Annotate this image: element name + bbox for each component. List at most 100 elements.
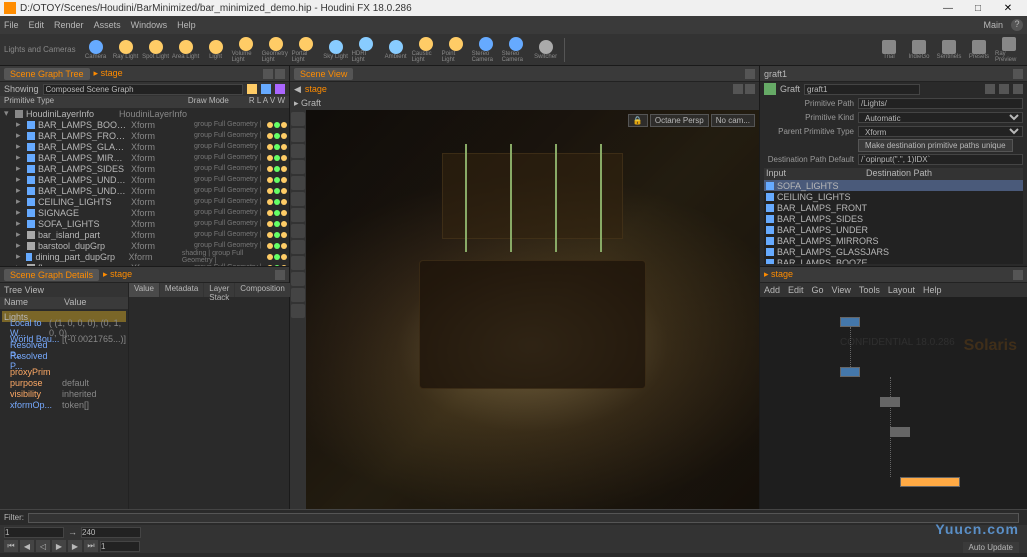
- vp-opt-icon[interactable]: [733, 84, 743, 94]
- shelf-tool[interactable]: Ray Light: [112, 36, 140, 64]
- shelf-tool[interactable]: Camera: [82, 36, 110, 64]
- params-crumb[interactable]: graft1: [764, 69, 787, 79]
- scene-view-tab[interactable]: Scene View: [294, 68, 353, 80]
- tree-item[interactable]: ▸bar_island_partXform group Full Geometr…: [0, 229, 289, 240]
- tree-item[interactable]: ▸SOFA_LIGHTSXform group Full Geometry |: [0, 218, 289, 229]
- property-row[interactable]: visibilityinherited: [2, 388, 126, 399]
- help-icon[interactable]: ?: [1011, 19, 1023, 31]
- network-canvas[interactable]: Solaris CONFIDENTIAL 18.0.286: [760, 297, 1027, 539]
- select-tool[interactable]: [291, 112, 305, 126]
- param-opt-2[interactable]: [999, 84, 1009, 94]
- shelf-tool[interactable]: Sky Light: [322, 36, 350, 64]
- vp-tool-8[interactable]: [291, 224, 305, 238]
- timeline-track[interactable]: [28, 513, 1019, 523]
- pane-max-icon[interactable]: [275, 69, 285, 79]
- move-tool[interactable]: [291, 128, 305, 142]
- scene-graph-tree[interactable]: ▾HoudiniLayerInfoHoudiniLayerInfo▸BAR_LA…: [0, 108, 289, 266]
- draw-mode-header[interactable]: Draw Mode: [188, 96, 229, 108]
- dest-path-input[interactable]: [858, 154, 1023, 165]
- prim-type-header[interactable]: Primitive Type: [4, 96, 104, 108]
- shelf-tool[interactable]: HDRI Light: [352, 36, 380, 64]
- 3d-viewport[interactable]: 🔒 Octane Persp No cam...: [306, 110, 759, 539]
- shelf-tool[interactable]: Geometry Light: [262, 36, 290, 64]
- vp-tool-10[interactable]: [291, 256, 305, 270]
- camera-dropdown[interactable]: Octane Persp: [650, 114, 709, 127]
- tree-item[interactable]: ▸BAR_LAMPS_GLASSJARSXform group Full Geo…: [0, 141, 289, 152]
- tab-layerstack[interactable]: Layer Stack: [204, 283, 234, 297]
- menu-edit[interactable]: Edit: [29, 20, 45, 30]
- shelf-tool-right[interactable]: Sentinels: [935, 36, 963, 64]
- shelf-tool[interactable]: Caustic Light: [412, 36, 440, 64]
- graft-table[interactable]: InputDestination Path SOFA_LIGHTSCEILING…: [764, 168, 1023, 264]
- lock-icon[interactable]: 🔒: [628, 114, 648, 127]
- tree-item[interactable]: ▸BAR_LAMPS_UNDER_SIDESXform group Full G…: [0, 185, 289, 196]
- param-opt-3[interactable]: [1013, 84, 1023, 94]
- tree-item[interactable]: ▸BAR_LAMPS_SIDESXform group Full Geometr…: [0, 163, 289, 174]
- network-node[interactable]: [840, 367, 860, 377]
- graft-row[interactable]: BAR_LAMPS_FRONT: [764, 202, 1023, 213]
- network-node[interactable]: [840, 317, 860, 327]
- maximize-button[interactable]: □: [963, 3, 993, 14]
- shelf-tool[interactable]: Volume Light: [232, 36, 260, 64]
- shelf-tool[interactable]: Portal Light: [292, 36, 320, 64]
- tree-root[interactable]: ▾HoudiniLayerInfoHoudiniLayerInfo: [0, 108, 289, 119]
- last-frame-button[interactable]: ⏭: [84, 540, 98, 552]
- net-menu-add[interactable]: Add: [764, 285, 780, 295]
- sgd-tab[interactable]: Scene Graph Details: [4, 269, 99, 281]
- net-menu-view[interactable]: View: [832, 285, 851, 295]
- close-button[interactable]: ✕: [993, 3, 1023, 14]
- filter-icon-3[interactable]: [275, 84, 285, 94]
- graft-row[interactable]: SOFA_LIGHTS: [764, 180, 1023, 191]
- property-row[interactable]: purposedefault: [2, 377, 126, 388]
- net-menu-help[interactable]: Help: [923, 285, 942, 295]
- net-menu-layout[interactable]: Layout: [888, 285, 915, 295]
- parent-prim-select[interactable]: Xform: [858, 126, 1023, 137]
- shelf-tool[interactable]: Light: [202, 36, 230, 64]
- next-frame-button[interactable]: ▶: [68, 540, 82, 552]
- network-stage-crumb[interactable]: ▸ stage: [764, 269, 793, 280]
- rotate-tool[interactable]: [291, 144, 305, 158]
- net-menu-edit[interactable]: Edit: [788, 285, 804, 295]
- current-frame-input[interactable]: [100, 541, 140, 552]
- graft-row[interactable]: BAR_LAMPS_MIRRORS: [764, 235, 1023, 246]
- prev-frame-button[interactable]: ◀: [20, 540, 34, 552]
- menu-file[interactable]: File: [4, 20, 19, 30]
- prim-path-input[interactable]: [858, 98, 1023, 109]
- graft-row[interactable]: CEILING_LIGHTS: [764, 191, 1023, 202]
- sgd-stage-crumb[interactable]: ▸ stage: [103, 269, 132, 280]
- vp-tool-5[interactable]: [291, 176, 305, 190]
- graft-crumb[interactable]: ▸ Graft: [294, 98, 321, 109]
- vp-tool-12[interactable]: [291, 288, 305, 302]
- shelf-tool[interactable]: Switcher: [532, 36, 560, 64]
- shelf-tool[interactable]: Point Light: [442, 36, 470, 64]
- minimize-button[interactable]: —: [933, 3, 963, 14]
- tree-item[interactable]: ▸BAR_LAMPS_BOOZEXform group Full Geometr…: [0, 119, 289, 130]
- auto-update-toggle[interactable]: Auto Update: [963, 542, 1019, 553]
- frame-end-input[interactable]: [81, 527, 141, 538]
- shelf-tool[interactable]: Stereo Camera: [502, 36, 530, 64]
- shelf-tool-right[interactable]: Trial: [875, 36, 903, 64]
- frame-start-input[interactable]: [4, 527, 64, 538]
- shelf-tool[interactable]: Spot Light: [142, 36, 170, 64]
- property-row[interactable]: Local to W...( (1, 0, 0, 0), (0, 1, 0, 0…: [2, 322, 126, 333]
- tree-item[interactable]: ▸BAR_LAMPS_MIRRORSXform group Full Geome…: [0, 152, 289, 163]
- shelf-tool-right[interactable]: IndieGo: [905, 36, 933, 64]
- prim-kind-select[interactable]: Automatic: [858, 112, 1023, 123]
- property-list[interactable]: Lights Local to W...( (1, 0, 0, 0), (0, …: [0, 309, 128, 412]
- vp-tool-9[interactable]: [291, 240, 305, 254]
- net-menu-icon[interactable]: [1013, 270, 1023, 280]
- graft-row[interactable]: BAR_LAMPS_UNDER: [764, 224, 1023, 235]
- filter-icon-1[interactable]: [247, 84, 257, 94]
- vp-tool-6[interactable]: [291, 192, 305, 206]
- tab-value[interactable]: Value: [129, 283, 159, 297]
- play-reverse-button[interactable]: ◁: [36, 540, 50, 552]
- stage-crumb[interactable]: ▸ stage: [94, 68, 123, 79]
- param-opt-1[interactable]: [985, 84, 995, 94]
- vp-tool-11[interactable]: [291, 272, 305, 286]
- sgt-tab[interactable]: Scene Graph Tree: [4, 68, 90, 80]
- tree-item[interactable]: ▸CEILING_LIGHTSXform group Full Geometry…: [0, 196, 289, 207]
- node-name-input[interactable]: [804, 84, 920, 95]
- property-row[interactable]: xformOp...token[]: [2, 399, 126, 410]
- tab-metadata[interactable]: Metadata: [160, 283, 203, 297]
- network-node[interactable]: [890, 427, 910, 437]
